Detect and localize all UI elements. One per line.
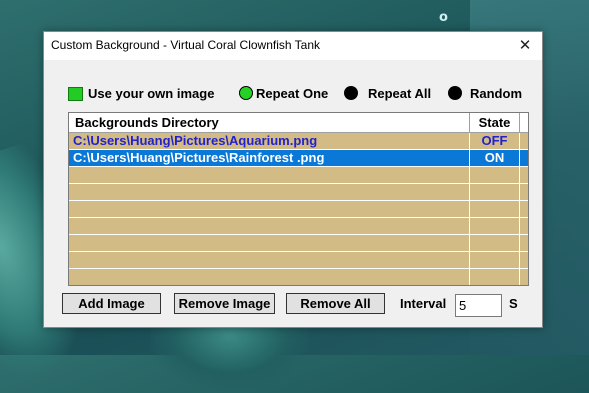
empty-row xyxy=(69,167,528,184)
window-title: Custom Background - Virtual Coral Clownf… xyxy=(51,38,321,52)
remove-all-button[interactable]: Remove All xyxy=(286,293,385,314)
custom-background-dialog: Custom Background - Virtual Coral Clownf… xyxy=(43,31,543,328)
row-state: OFF xyxy=(470,133,520,149)
empty-row xyxy=(69,218,528,235)
backgrounds-list[interactable]: Backgrounds Directory State C:\Users\Hua… xyxy=(68,112,529,286)
radio-unselected-icon[interactable] xyxy=(448,86,462,100)
column-header-state[interactable]: State xyxy=(470,113,520,132)
empty-row xyxy=(69,235,528,252)
use-own-image-label: Use your own image xyxy=(88,86,215,101)
row-path: C:\Users\Huang\Pictures\Rainforest .png xyxy=(69,150,470,166)
empty-row xyxy=(69,269,528,285)
options-bar: Use your own image Repeat One Repeat All… xyxy=(44,84,542,104)
title-bar[interactable]: Custom Background - Virtual Coral Clownf… xyxy=(44,32,542,60)
bubble-icon: o xyxy=(439,10,448,25)
close-icon[interactable]: ✕ xyxy=(514,35,536,57)
empty-row xyxy=(69,184,528,201)
radio-selected-icon[interactable] xyxy=(239,86,253,100)
table-row-selected[interactable]: C:\Users\Huang\Pictures\Rainforest .png … xyxy=(69,150,528,167)
repeat-one-label: Repeat One xyxy=(256,86,329,101)
empty-row xyxy=(69,201,528,218)
list-header: Backgrounds Directory State xyxy=(69,113,528,133)
toggle-indicator-icon[interactable] xyxy=(68,87,83,101)
row-path: C:\Users\Huang\Pictures\Aquarium.png xyxy=(69,133,470,149)
interval-unit: S xyxy=(509,296,518,311)
row-state: ON xyxy=(470,150,520,166)
interval-input[interactable]: 5 xyxy=(455,294,502,317)
table-row[interactable]: C:\Users\Huang\Pictures\Aquarium.png OFF xyxy=(69,133,528,150)
interval-label: Interval xyxy=(400,296,447,311)
column-header-directory[interactable]: Backgrounds Directory xyxy=(69,113,470,132)
empty-row xyxy=(69,252,528,269)
radio-unselected-icon[interactable] xyxy=(344,86,358,100)
remove-image-button[interactable]: Remove Image xyxy=(174,293,275,314)
repeat-all-label: Repeat All xyxy=(368,86,432,101)
random-label: Random xyxy=(470,86,522,101)
add-image-button[interactable]: Add Image xyxy=(62,293,161,314)
